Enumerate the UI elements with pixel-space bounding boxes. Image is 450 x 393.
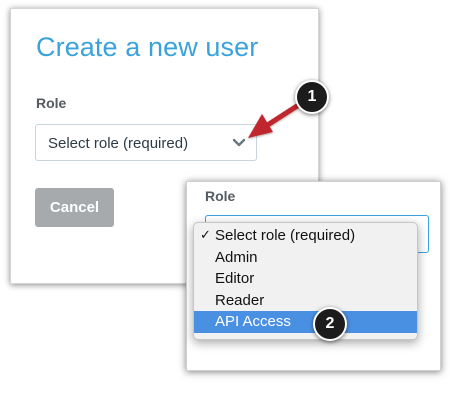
dropdown-option[interactable]: API Access xyxy=(194,311,417,333)
dropdown-option[interactable]: Editor xyxy=(194,268,417,290)
dropdown-option-label: Admin xyxy=(215,248,258,266)
dropdown-option-label: Editor xyxy=(215,270,255,287)
cancel-button[interactable]: Cancel xyxy=(35,188,114,227)
dropdown-option[interactable]: Admin xyxy=(194,247,417,269)
dropdown-option-label: API Access xyxy=(215,313,291,330)
callout-badge-1: 1 xyxy=(295,80,329,114)
dropdown-option-label: Reader xyxy=(215,291,265,309)
dropdown-option-label: Select role (required) xyxy=(215,227,356,244)
callout-badge-2: 2 xyxy=(313,307,347,341)
role-select[interactable]: Select role (required) xyxy=(35,124,257,161)
role-label: Role xyxy=(36,95,67,111)
chevron-down-icon xyxy=(232,138,246,147)
dialog-title: Create a new user xyxy=(36,32,259,62)
checkmark-icon: ✓ xyxy=(200,228,211,243)
role-select-value: Select role (required) xyxy=(48,135,189,152)
dropdown-option[interactable]: ✓ Select role (required) xyxy=(194,225,417,247)
zoom-role-label: Role xyxy=(205,188,236,204)
dropdown-option[interactable]: Reader xyxy=(194,290,417,312)
role-dropdown-list: ✓ Select role (required) Admin Editor Reader… xyxy=(193,222,418,340)
